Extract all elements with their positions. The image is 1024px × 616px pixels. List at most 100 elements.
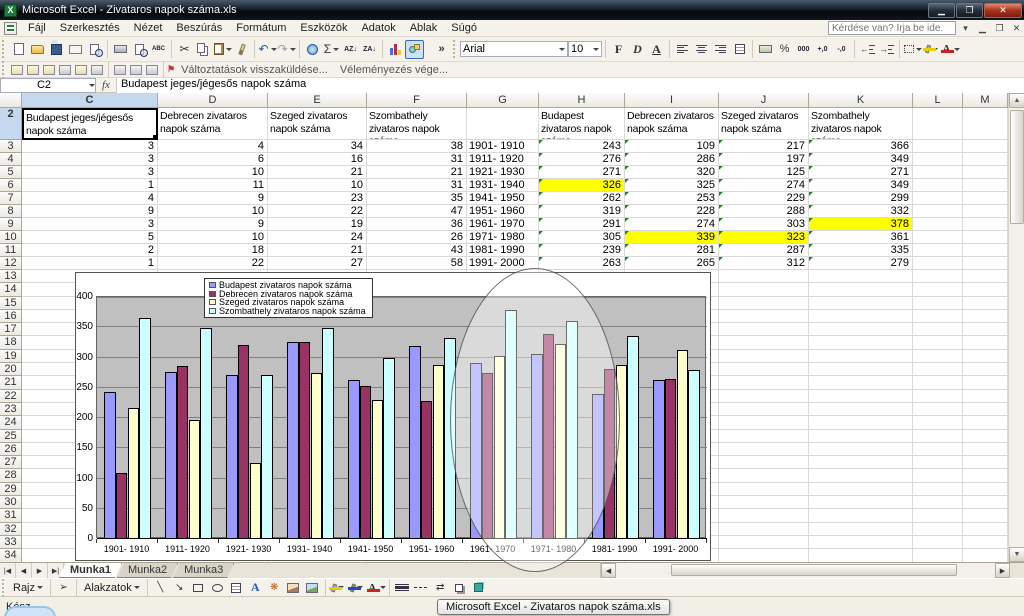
cell-M22[interactable]: [963, 390, 1008, 403]
cell-M15[interactable]: [963, 297, 1008, 310]
cell-K15[interactable]: [809, 297, 913, 310]
cell-M7[interactable]: [963, 192, 1008, 205]
line-icon[interactable]: ╲: [151, 578, 170, 597]
font-name-select[interactable]: Arial: [460, 41, 568, 57]
cell-M33[interactable]: [963, 536, 1008, 549]
row-header-27[interactable]: 27: [0, 456, 22, 469]
bar-Debrecen zivataros napok száma-1941- 1950[interactable]: [360, 386, 372, 539]
bar-Debrecen zivataros napok száma-1901- 1910[interactable]: [116, 473, 128, 539]
currency-icon[interactable]: [756, 40, 775, 59]
column-header-C[interactable]: C: [22, 93, 158, 108]
cell-L11[interactable]: [913, 244, 963, 257]
cell-L8[interactable]: [913, 205, 963, 218]
row-header-18[interactable]: 18: [0, 336, 22, 349]
cell-F8[interactable]: 47: [367, 205, 467, 218]
review-icon[interactable]: [146, 65, 158, 75]
cell-M34[interactable]: [963, 549, 1008, 562]
cell-M4[interactable]: [963, 153, 1008, 166]
cell-M21[interactable]: [963, 376, 1008, 389]
column-header-H[interactable]: H: [539, 93, 625, 108]
bar-Budapest zivataros napok száma-1951- 1960[interactable]: [409, 346, 421, 539]
cell-L7[interactable]: [913, 192, 963, 205]
bar-Szeged zivataros napok száma-1911- 1920[interactable]: [189, 420, 201, 539]
fill-color-icon[interactable]: [329, 578, 348, 597]
bar-Szombathely zivataros napok száma-1911- 1920[interactable]: [200, 328, 212, 539]
toolbar-grip[interactable]: [453, 40, 458, 58]
cell-H3[interactable]: 243: [539, 140, 625, 153]
cell-J33[interactable]: [719, 536, 809, 549]
menu-item-eszkozok[interactable]: Eszközök: [293, 21, 354, 35]
menu-item-nezet[interactable]: Nézet: [127, 21, 170, 35]
cell-D3[interactable]: 4: [158, 140, 268, 153]
cell-L3[interactable]: [913, 140, 963, 153]
cell-J23[interactable]: [719, 403, 809, 416]
cell-J27[interactable]: [719, 456, 809, 469]
print-icon[interactable]: [111, 40, 130, 59]
bar-Szeged zivataros napok száma-1931- 1940[interactable]: [311, 373, 323, 539]
cell-M19[interactable]: [963, 350, 1008, 363]
chart-wizard-icon[interactable]: [386, 40, 405, 59]
cell-M23[interactable]: [963, 403, 1008, 416]
cell-G7[interactable]: 1941- 1950: [467, 192, 539, 205]
cell-E8[interactable]: 22: [268, 205, 367, 218]
bar-Szombathely zivataros napok száma-1901- 1910[interactable]: [139, 318, 151, 539]
cell-M24[interactable]: [963, 416, 1008, 429]
menu-item-ablak[interactable]: Ablak: [403, 21, 445, 35]
borders-icon[interactable]: [903, 40, 922, 59]
menu-item-adatok[interactable]: Adatok: [354, 21, 402, 35]
cell-L4[interactable]: [913, 153, 963, 166]
cell-M32[interactable]: [963, 523, 1008, 536]
cell-M13[interactable]: [963, 270, 1008, 283]
cell-M29[interactable]: [963, 483, 1008, 496]
cell-J19[interactable]: [719, 350, 809, 363]
row-header-4[interactable]: 4: [0, 153, 22, 166]
cell-I10[interactable]: 339: [625, 231, 719, 244]
cell-J22[interactable]: [719, 390, 809, 403]
cell-J9[interactable]: 303: [719, 218, 809, 231]
cell-J24[interactable]: [719, 416, 809, 429]
row-header-2[interactable]: 2: [0, 108, 22, 140]
cell-F5[interactable]: 21: [367, 166, 467, 179]
cell-J8[interactable]: 288: [719, 205, 809, 218]
bar-Szombathely zivataros napok száma-1941- 1950[interactable]: [383, 358, 395, 539]
bar-Szombathely zivataros napok száma-1991- 2000[interactable]: [688, 370, 700, 539]
cell-I9[interactable]: 274: [625, 218, 719, 231]
name-box[interactable]: C2: [0, 78, 96, 93]
redo-icon[interactable]: ↷: [277, 40, 296, 59]
scroll-up-icon[interactable]: ▲: [1009, 93, 1024, 108]
cell-C10[interactable]: 5: [22, 231, 158, 244]
doc-restore-button[interactable]: ❐: [992, 22, 1007, 35]
cell-K2[interactable]: Szombathely zivataros napok száma: [809, 108, 913, 140]
cell-J6[interactable]: 274: [719, 179, 809, 192]
row-header-10[interactable]: 10: [0, 231, 22, 244]
cell-C5[interactable]: 3: [22, 166, 158, 179]
row-header-33[interactable]: 33: [0, 536, 22, 549]
bar-Szombathely zivataros napok száma-1921- 1930[interactable]: [261, 375, 273, 539]
cell-D4[interactable]: 6: [158, 153, 268, 166]
cell-I5[interactable]: 320: [625, 166, 719, 179]
font-color-icon[interactable]: A: [367, 578, 386, 597]
column-header-J[interactable]: J: [719, 93, 809, 108]
end-review-button[interactable]: Véleményezés vége...: [334, 64, 454, 76]
cell-D12[interactable]: 22: [158, 257, 268, 270]
cell-K22[interactable]: [809, 390, 913, 403]
toolbar-grip[interactable]: [2, 579, 7, 597]
cell-J15[interactable]: [719, 297, 809, 310]
cell-L26[interactable]: [913, 443, 963, 456]
cell-L28[interactable]: [913, 469, 963, 482]
horizontal-scroll-track[interactable]: [616, 563, 995, 578]
row-header-13[interactable]: 13: [0, 270, 22, 283]
cell-M10[interactable]: [963, 231, 1008, 244]
cell-D11[interactable]: 18: [158, 244, 268, 257]
percent-icon[interactable]: %: [775, 40, 794, 59]
column-header-L[interactable]: L: [913, 93, 963, 108]
cell-K3[interactable]: 366: [809, 140, 913, 153]
cell-M18[interactable]: [963, 336, 1008, 349]
cell-J28[interactable]: [719, 469, 809, 482]
cell-K13[interactable]: [809, 270, 913, 283]
bar-Budapest zivataros napok száma-1931- 1940[interactable]: [287, 342, 299, 539]
review-icon[interactable]: [114, 65, 126, 75]
oval-icon[interactable]: [208, 578, 227, 597]
cell-H9[interactable]: 291: [539, 218, 625, 231]
review-icon[interactable]: [59, 65, 71, 75]
